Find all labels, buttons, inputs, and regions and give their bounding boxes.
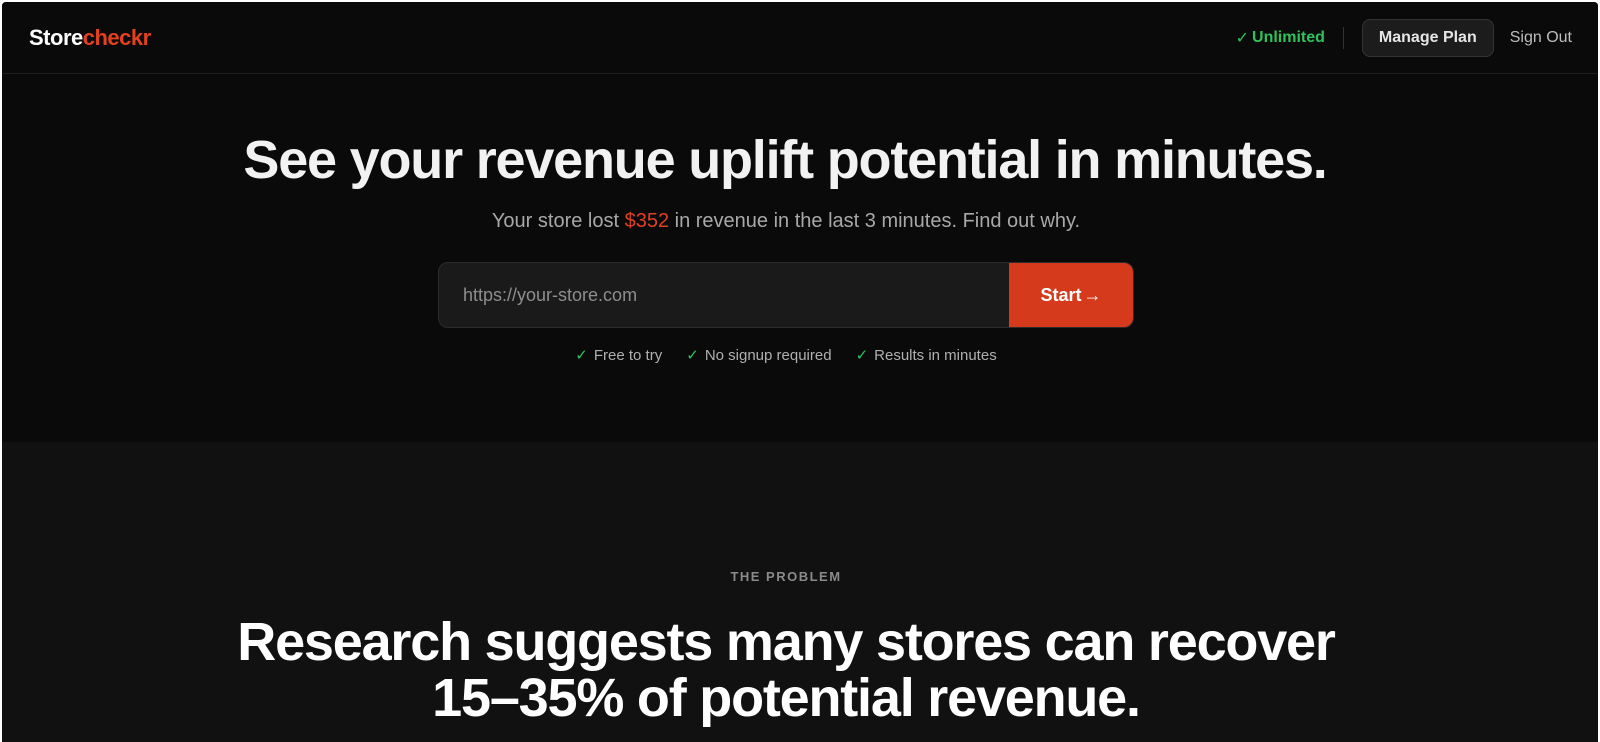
check-icon: ✓: [575, 347, 588, 364]
logo-text-store: Store: [29, 25, 83, 50]
app-window: Storecheckr ✓ Unlimited Manage Plan Sign…: [2, 2, 1598, 742]
hero-section: See your revenue uplift potential in min…: [2, 74, 1598, 442]
check-icon: ✓: [686, 347, 699, 364]
benefits-list: ✓ Free to try ✓ No signup required ✓ Res…: [2, 346, 1570, 365]
benefit-label: No signup required: [704, 346, 832, 364]
nav-divider: [1342, 27, 1344, 49]
section-eyebrow: THE PROBLEM: [730, 569, 842, 584]
plan-status-label: Unlimited: [1252, 29, 1325, 46]
check-icon: ✓: [1235, 30, 1250, 47]
benefit-label: Results in minutes: [874, 346, 997, 364]
benefit-item: ✓ Free to try: [575, 346, 663, 365]
plan-status-badge: ✓ Unlimited: [1236, 28, 1325, 48]
problem-section: THE PROBLEM Research suggests many store…: [2, 442, 1598, 742]
problem-title-line-2: 15–35% of potential revenue.: [432, 668, 1141, 728]
benefit-label: Free to try: [593, 346, 663, 364]
account-actions: ✓ Unlimited Manage Plan Sign Out: [1236, 18, 1572, 58]
subtitle-suffix: in revenue in the last 3 minutes. Find o…: [669, 210, 1081, 232]
hero-title: See your revenue uplift potential in min…: [243, 130, 1327, 190]
top-navigation: Storecheckr ✓ Unlimited Manage Plan Sign…: [2, 2, 1598, 74]
store-url-input[interactable]: [439, 263, 1009, 327]
logo-text-checkr: checkr: [82, 25, 151, 50]
storecheckr-logo[interactable]: Storecheckr: [29, 25, 151, 51]
benefit-item: ✓ No signup required: [686, 346, 832, 365]
start-button[interactable]: Start →: [1009, 263, 1133, 327]
benefit-item: ✓ Results in minutes: [855, 346, 997, 365]
manage-plan-button[interactable]: Manage Plan: [1361, 19, 1494, 57]
arrow-right-icon: →: [1083, 284, 1102, 305]
sign-out-link[interactable]: Sign Out: [1510, 29, 1572, 47]
check-icon: ✓: [855, 347, 869, 364]
lost-revenue-amount: $352: [624, 210, 670, 232]
subtitle-prefix: Your store lost: [491, 210, 625, 232]
start-label: Start: [1040, 284, 1082, 305]
hero-subtitle: Your store lost $352 in revenue in the l…: [2, 208, 1570, 234]
problem-title: Research suggests many stores can recove…: [2, 614, 1570, 726]
problem-title-line-1: Research suggests many stores can recove…: [237, 612, 1336, 672]
store-url-form: Start →: [438, 262, 1134, 328]
